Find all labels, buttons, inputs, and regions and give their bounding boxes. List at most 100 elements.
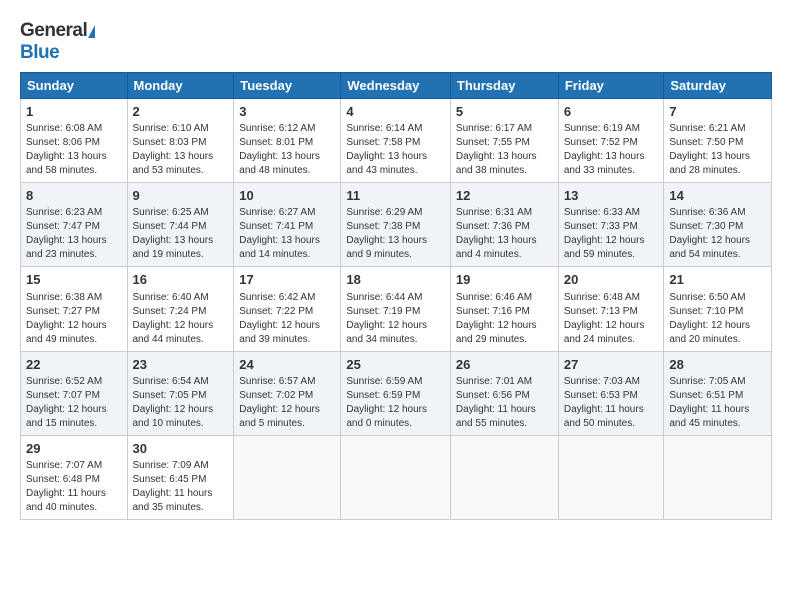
calendar-cell: 1Sunrise: 6:08 AMSunset: 8:06 PMDaylight… [21,99,128,183]
calendar-day-header: Sunday [21,73,128,99]
calendar-header-row: SundayMondayTuesdayWednesdayThursdayFrid… [21,73,772,99]
calendar-cell [234,435,341,519]
daylight: Daylight: 13 hours and 4 minutes. [456,235,537,260]
daylight: Daylight: 12 hours and 39 minutes. [239,320,320,345]
day-number: 11 [346,187,445,205]
daylight: Daylight: 11 hours and 45 minutes. [669,404,749,429]
calendar-week-row: 1Sunrise: 6:08 AMSunset: 8:06 PMDaylight… [21,99,772,183]
sunset: Sunset: 6:48 PM [26,474,100,485]
sunrise: Sunrise: 6:42 AM [239,292,315,303]
sunrise: Sunrise: 6:29 AM [346,207,422,218]
calendar-cell: 8Sunrise: 6:23 AMSunset: 7:47 PMDaylight… [21,183,128,267]
sunset: Sunset: 7:44 PM [133,221,207,232]
sunrise: Sunrise: 6:27 AM [239,207,315,218]
daylight: Daylight: 12 hours and 5 minutes. [239,404,320,429]
calendar-day-header: Wednesday [341,73,451,99]
logo-blue: Blue [20,42,59,63]
sunset: Sunset: 7:38 PM [346,221,420,232]
logo-general: General [20,20,87,42]
sunset: Sunset: 7:27 PM [26,306,100,317]
calendar-day-header: Friday [558,73,664,99]
calendar-cell [664,435,772,519]
sunrise: Sunrise: 6:48 AM [564,292,640,303]
sunset: Sunset: 6:59 PM [346,390,420,401]
sunset: Sunset: 7:33 PM [564,221,638,232]
sunrise: Sunrise: 6:14 AM [346,123,422,134]
calendar-cell: 7Sunrise: 6:21 AMSunset: 7:50 PMDaylight… [664,99,772,183]
calendar-week-row: 22Sunrise: 6:52 AMSunset: 7:07 PMDayligh… [21,351,772,435]
daylight: Daylight: 13 hours and 23 minutes. [26,235,107,260]
calendar-cell: 4Sunrise: 6:14 AMSunset: 7:58 PMDaylight… [341,99,451,183]
sunset: Sunset: 7:22 PM [239,306,313,317]
calendar-cell: 17 Sunrise: 6:42 AM Sunset: 7:22 PM Dayligh… [234,267,341,351]
calendar-day-header: Saturday [664,73,772,99]
sunrise: Sunrise: 7:03 AM [564,376,640,387]
sunrise: Sunrise: 6:52 AM [26,376,102,387]
page: General Blue SundayMondayTuesdayWednesda… [0,0,792,530]
calendar-cell: 18Sunrise: 6:44 AMSunset: 7:19 PMDayligh… [341,267,451,351]
day-number: 30 [133,440,229,458]
daylight: Daylight: 13 hours and 58 minutes. [26,151,107,176]
calendar-cell: 6Sunrise: 6:19 AMSunset: 7:52 PMDaylight… [558,99,664,183]
logo-triangle-icon [88,25,95,38]
calendar-cell: 24Sunrise: 6:57 AMSunset: 7:02 PMDayligh… [234,351,341,435]
calendar-cell: 28Sunrise: 7:05 AMSunset: 6:51 PMDayligh… [664,351,772,435]
day-number: 29 [26,440,122,458]
sunrise: Sunrise: 6:33 AM [564,207,640,218]
calendar-cell: 5Sunrise: 6:17 AMSunset: 7:55 PMDaylight… [450,99,558,183]
sunset: Sunset: 7:50 PM [669,137,743,148]
calendar-cell: 14Sunrise: 6:36 AMSunset: 7:30 PMDayligh… [664,183,772,267]
daylight: Daylight: 11 hours and 35 minutes. [133,488,213,513]
sunrise: Sunrise: 6:40 AM [133,292,209,303]
day-number: 13 [564,187,659,205]
day-number: 4 [346,103,445,121]
daylight: Daylight: 13 hours and 43 minutes. [346,151,427,176]
sunrise: Sunrise: 6:08 AM [26,123,102,134]
day-number: 2 [133,103,229,121]
sunset: Sunset: 7:05 PM [133,390,207,401]
calendar-cell: 21Sunrise: 6:50 AMSunset: 7:10 PMDayligh… [664,267,772,351]
daylight: Daylight: 13 hours and 28 minutes. [669,151,750,176]
sunset: Sunset: 6:51 PM [669,390,743,401]
header: General Blue [20,16,772,64]
logo: General Blue [20,20,95,64]
sunrise: Sunrise: 6:54 AM [133,376,209,387]
daylight: Daylight: 13 hours and 9 minutes. [346,235,427,260]
sunrise: Sunrise: 7:01 AM [456,376,532,387]
calendar-cell: 16Sunrise: 6:40 AMSunset: 7:24 PMDayligh… [127,267,234,351]
calendar-cell: 10Sunrise: 6:27 AMSunset: 7:41 PMDayligh… [234,183,341,267]
daylight: Daylight: 12 hours and 59 minutes. [564,235,645,260]
sunrise: Sunrise: 6:10 AM [133,123,209,134]
day-number: 21 [669,271,766,289]
day-number: 16 [133,271,229,289]
sunrise: Sunrise: 6:21 AM [669,123,745,134]
calendar-day-header: Thursday [450,73,558,99]
day-number: 8 [26,187,122,205]
daylight: Daylight: 12 hours and 15 minutes. [26,404,107,429]
sunset: Sunset: 6:56 PM [456,390,530,401]
sunset: Sunset: 7:19 PM [346,306,420,317]
calendar-cell: 23 Sunrise: 6:54 AM Sunset: 7:05 PM Dayligh… [127,351,234,435]
day-number: 23 [133,356,229,374]
daylight: Daylight: 13 hours and 33 minutes. [564,151,645,176]
day-number: 25 [346,356,445,374]
daylight: Daylight: 12 hours and 10 minutes. [133,404,214,429]
sunset: Sunset: 7:10 PM [669,306,743,317]
sunset: Sunset: 8:03 PM [133,137,207,148]
calendar-week-row: 29Sunrise: 7:07 AMSunset: 6:48 PMDayligh… [21,435,772,519]
sunset: Sunset: 8:06 PM [26,137,100,148]
daylight: Daylight: 12 hours and 20 minutes. [669,320,750,345]
calendar-cell: 20Sunrise: 6:48 AMSunset: 7:13 PMDayligh… [558,267,664,351]
sunset: Sunset: 8:01 PM [239,137,313,148]
calendar-cell: 11 Sunrise: 6:29 AM Sunset: 7:38 PM Dayligh… [341,183,451,267]
daylight: Daylight: 11 hours and 50 minutes. [564,404,644,429]
sunrise: Sunrise: 6:46 AM [456,292,532,303]
calendar-cell: 25Sunrise: 6:59 AMSunset: 6:59 PMDayligh… [341,351,451,435]
day-number: 20 [564,271,659,289]
sunset: Sunset: 7:55 PM [456,137,530,148]
calendar-cell: 12Sunrise: 6:31 AMSunset: 7:36 PMDayligh… [450,183,558,267]
day-number: 18 [346,271,445,289]
sunrise: Sunrise: 6:38 AM [26,292,102,303]
day-number: 17 [239,271,335,289]
day-number: 3 [239,103,335,121]
